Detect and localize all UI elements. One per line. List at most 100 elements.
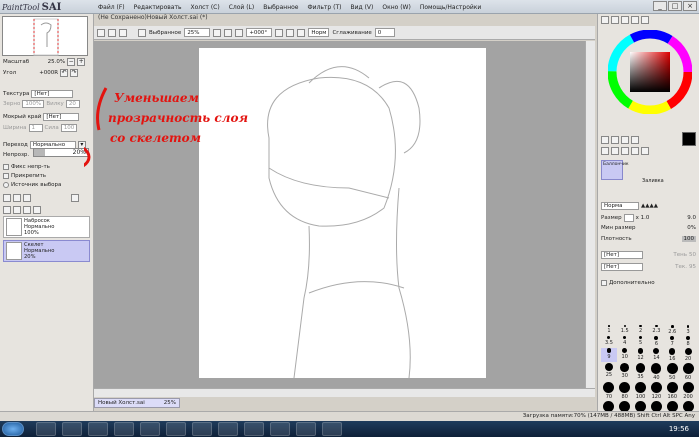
flip-mode-field[interactable]: Норм (308, 28, 330, 37)
brush-mode-select[interactable]: Норма (601, 202, 639, 210)
trash-icon[interactable] (71, 194, 79, 202)
skype-task-icon[interactable] (166, 422, 186, 436)
photoshop-task-icon[interactable] (322, 422, 342, 436)
brush-size-cell[interactable]: 4 (617, 335, 633, 348)
chrome-task-icon[interactable] (140, 422, 160, 436)
brush-size-cell[interactable]: 12 (633, 348, 649, 362)
size-value[interactable]: 9.0 (687, 215, 696, 221)
select-tool-icon[interactable] (601, 136, 609, 144)
brush-size-cell[interactable]: 7 (664, 335, 680, 348)
brush-shape-select[interactable]: [Нет] (601, 251, 643, 259)
explorer-task-icon[interactable] (36, 422, 56, 436)
navigator-preview[interactable] (2, 16, 88, 56)
brush-size-cell[interactable]: 5 (633, 335, 649, 348)
pen-tool-icon[interactable] (641, 147, 649, 155)
brush-size-cell[interactable]: 160 (664, 382, 680, 400)
move-tool-icon[interactable] (601, 147, 609, 155)
brush-size-cell[interactable]: 70 (601, 382, 617, 400)
menu-help[interactable]: Помощь/Настройки (420, 4, 481, 11)
brush-texture-select[interactable]: [Нет] (601, 263, 643, 271)
brush-size-cell[interactable]: 50 (664, 363, 680, 381)
menu-window[interactable]: Окно (W) (382, 4, 410, 11)
brush-size-cell[interactable]: 9 (601, 348, 617, 363)
hsv-slider-icon[interactable] (621, 16, 629, 24)
paint-task-icon[interactable] (218, 422, 238, 436)
airbrush-tool[interactable]: Баллончик (601, 160, 629, 180)
selection-source-checkbox[interactable] (3, 182, 9, 188)
brush-size-cell[interactable]: 14 (648, 348, 664, 362)
advanced-checkbox[interactable] (601, 280, 607, 286)
brush-size-cell[interactable]: 30 (617, 363, 633, 381)
new-linework-icon[interactable] (13, 194, 21, 202)
brush-size-cell[interactable]: 2 (633, 325, 649, 335)
lock-opacity-checkbox[interactable] (3, 164, 9, 170)
clip-checkbox[interactable] (3, 173, 9, 179)
size-toggle[interactable] (623, 214, 634, 222)
zoom-tool-icon[interactable] (611, 147, 619, 155)
brush-size-cell[interactable]: 3 (680, 325, 696, 335)
deselect-icon[interactable] (97, 28, 105, 37)
hand-tool-icon[interactable] (631, 147, 639, 155)
menu-edit[interactable]: Редактировать (134, 4, 182, 11)
zoom-in-icon[interactable] (224, 28, 233, 37)
player-task-icon[interactable] (296, 422, 316, 436)
word-task-icon[interactable] (270, 422, 290, 436)
angle-value[interactable]: +000R (18, 70, 58, 76)
brush-size-cell[interactable]: 35 (633, 363, 649, 381)
color-wheel[interactable] (608, 30, 692, 114)
vertical-scrollbar[interactable] (585, 41, 595, 388)
show-selection-checkbox[interactable] (138, 28, 146, 37)
rotate-tool-icon[interactable] (621, 147, 629, 155)
opacity-slider[interactable]: 20% (33, 148, 89, 157)
brush-size-cell[interactable]: 1 (601, 325, 617, 335)
drawing-canvas[interactable] (199, 48, 486, 379)
start-button[interactable] (2, 422, 24, 436)
menu-file[interactable]: Файл (F) (98, 4, 125, 11)
brush-size-cell[interactable]: 120 (648, 382, 664, 400)
zoom-out-icon[interactable] (213, 28, 222, 37)
zoom-plus-button[interactable]: + (77, 58, 86, 66)
eyedropper-icon[interactable] (631, 136, 639, 144)
brush-size-cell[interactable]: 16 (664, 348, 680, 362)
brush-size-cell[interactable]: 40 (648, 363, 664, 381)
zoom-value[interactable]: 25.0% (31, 59, 65, 65)
brush-size-cell[interactable]: 200 (680, 382, 696, 400)
brush-size-cell[interactable]: 1.5 (617, 325, 633, 335)
brush-size-cell[interactable]: 6 (648, 335, 664, 348)
brush-size-cell[interactable]: 2.3 (648, 325, 664, 335)
brush-size-cell[interactable]: 60 (680, 363, 696, 381)
texture-select[interactable]: [Нет] (31, 90, 74, 98)
brush-size-cell[interactable]: 8 (680, 335, 696, 347)
size-mult[interactable]: x 1.0 (636, 215, 650, 221)
menu-filter[interactable]: Фильтр (T) (308, 4, 342, 11)
sai-task-icon[interactable] (244, 422, 264, 436)
brush-size-cell[interactable]: 3.5 (601, 335, 617, 348)
select-all-icon[interactable] (108, 28, 116, 37)
rotate-right-icon[interactable] (286, 28, 295, 37)
brush-size-cell[interactable]: 80 (617, 382, 633, 400)
angle-plus-button[interactable]: ↷ (70, 69, 79, 77)
mail-task-icon[interactable] (192, 422, 212, 436)
color-wheel-icon[interactable] (601, 16, 609, 24)
transfer-down-icon[interactable] (3, 206, 11, 214)
brush-size-cell[interactable]: 2.6 (664, 325, 680, 335)
bucket-tool[interactable]: Заливка (642, 178, 664, 184)
brush-edge-icons[interactable]: ▲▲▲▲ (641, 203, 658, 209)
layer-item-skeleton[interactable]: Скелет Нормально 20% (3, 240, 90, 262)
density-value[interactable]: 100 (681, 236, 696, 242)
lasso-tool-icon[interactable] (611, 136, 619, 144)
brush-size-cell[interactable]: 10 (617, 348, 633, 362)
edge-select[interactable]: [Нет] (43, 113, 80, 121)
smoothing-field[interactable]: 0 (374, 28, 395, 37)
menu-view[interactable]: Вид (V) (351, 4, 374, 11)
scratchpad-icon[interactable] (641, 16, 649, 24)
zoom-minus-button[interactable]: − (67, 58, 76, 66)
app-task-icon[interactable] (114, 422, 134, 436)
min-size-value[interactable]: 0% (687, 225, 696, 231)
zoom-reset-icon[interactable] (235, 28, 244, 37)
horizontal-scrollbar[interactable] (94, 388, 595, 397)
brush-size-cell[interactable]: 25 (601, 363, 617, 381)
merge-down-icon[interactable] (13, 206, 21, 214)
swatches-icon[interactable] (631, 16, 639, 24)
media-task-icon[interactable] (62, 422, 82, 436)
